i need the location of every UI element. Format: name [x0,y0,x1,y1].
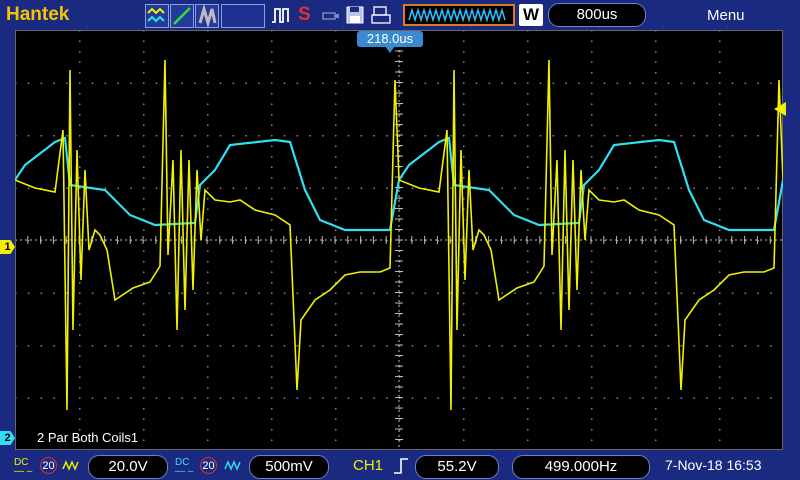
ramp-icon[interactable] [170,4,194,28]
memory-wave-glyph [408,7,506,23]
rising-edge-icon [394,458,408,474]
ch1-coupling-label: DC [14,457,29,468]
ch2-coupling-icon: DC — – [175,457,194,477]
timebase-display[interactable]: 800us [548,3,646,27]
top-bar: Hantek S W 800us Menu [0,0,800,30]
wave-mode-icon[interactable] [145,4,169,28]
ch2-trace [15,136,783,232]
ch2-ground-marker[interactable]: 2 [0,431,15,445]
ramp-glyph [173,7,191,25]
trigger-level-marker-icon[interactable] [772,102,786,116]
ch1-ground-marker[interactable]: 1 [0,240,15,254]
menu-button[interactable]: Menu [707,7,745,24]
ch1-trace [15,59,783,411]
pulse-glyph [272,8,289,23]
trigger-position-label[interactable]: 218.0us [357,31,423,47]
acq-mode-button[interactable]: W [519,4,543,26]
save-icon[interactable] [345,4,365,26]
ch1-bw-limit-badge: 20 [40,457,57,474]
blank-indicator [221,4,265,28]
ch2-probe-icon [224,460,241,471]
trigger-level-display[interactable]: 55.2V [415,455,499,479]
ch1-scale-display[interactable]: 20.0V [88,455,168,479]
bottom-bar: DC — – 20 20.0V DC — – 20 500mV CH1 55.2V … [0,452,800,480]
usb-icon [320,4,342,26]
memory-depth-display[interactable] [403,4,515,26]
date-time: 7-Nov-18 16:53 [665,457,762,473]
wave-mode-glyph [147,7,165,23]
ch1-probe-icon [62,460,79,471]
trigger-position-arrow-icon [385,46,395,53]
persist-glyph [198,3,217,29]
print-icon[interactable] [370,4,392,26]
save-glyph [346,6,364,24]
brand-logo: Hantek [6,4,70,25]
frequency-display: 499.000Hz [512,455,650,479]
trace-label: 2 Par Both Coils1 [37,430,139,445]
ch2-coupling-label: DC [175,457,190,468]
usb-glyph [322,12,339,20]
pulse-icon [270,4,292,26]
trigger-source-label: CH1 [353,457,384,474]
ch2-scale-display[interactable]: 500mV [249,455,329,479]
print-glyph [371,6,391,24]
run-status-icon: S [298,4,311,25]
waveforms [15,59,783,411]
persist-icon[interactable] [195,3,219,29]
ch1-coupling-icon: DC — – [14,457,33,477]
ch2-bw-limit-badge: 20 [200,457,217,474]
scope-screen: 2 Par Both Coils1 [15,30,783,450]
